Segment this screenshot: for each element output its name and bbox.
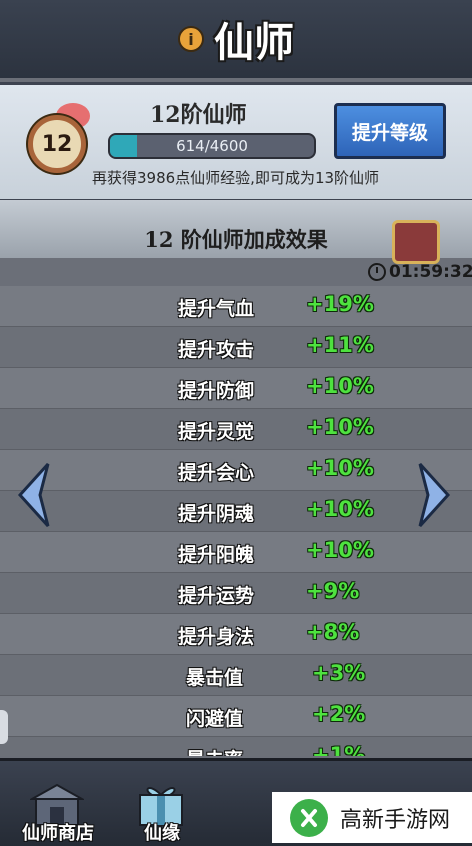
level-badge: 12 bbox=[28, 115, 86, 173]
bonus-row: 提升阳魄 +10% bbox=[0, 532, 472, 573]
previous-arrow-icon[interactable] bbox=[14, 460, 54, 530]
bonus-label: 提升阴魂 bbox=[178, 503, 255, 525]
level-panel: 12 12阶仙师 614/4600 提升等级 再获得3986点仙师经验,即可成为… bbox=[0, 82, 472, 202]
bonus-list[interactable]: 提升气血 +19% 提升攻击 +11% 提升防御 +10% 提升灵觉 +10% 提升会心 +10%… bbox=[0, 286, 472, 756]
upgrade-hint: 再获得3986点仙师经验,即可成为13阶仙师 bbox=[92, 169, 380, 187]
bonus-value: +3% bbox=[312, 661, 366, 685]
bonus-label: 提升运势 bbox=[178, 585, 255, 607]
upgrade-level-button[interactable]: 提升等级 bbox=[334, 103, 446, 159]
bonus-label: 闪避值 bbox=[186, 708, 244, 730]
bonus-value: +19% bbox=[306, 292, 374, 316]
treasure-chest-icon[interactable] bbox=[392, 220, 440, 264]
bonus-value: +10% bbox=[306, 374, 374, 398]
bonus-value: +8% bbox=[306, 620, 360, 644]
next-arrow-icon[interactable] bbox=[414, 460, 454, 530]
bonus-row: 提升灵觉 +10% bbox=[0, 409, 472, 450]
side-handle[interactable] bbox=[0, 710, 8, 744]
info-icon[interactable]: i bbox=[178, 26, 204, 52]
bonus-label: 提升身法 bbox=[178, 626, 255, 648]
bonus-value: +10% bbox=[306, 497, 374, 521]
brand-logo-icon bbox=[290, 798, 328, 837]
brand-text: 高新手游网 bbox=[340, 807, 451, 833]
bonus-row: 提升防御 +10% bbox=[0, 368, 472, 409]
tab-gift-label: 仙缘 bbox=[144, 823, 180, 844]
header: i 仙师 bbox=[0, 0, 472, 78]
bonus-label: 提升阳魄 bbox=[178, 544, 255, 566]
bonus-timer: 01:59:32 bbox=[368, 262, 472, 282]
bonus-row: 暴击率 +1% bbox=[0, 737, 472, 756]
page-title: 仙师 bbox=[214, 19, 294, 66]
brand-watermark: 高新手游网 bbox=[272, 792, 472, 843]
bonus-label: 提升气血 bbox=[178, 298, 255, 320]
tab-shop-label: 仙师商店 bbox=[22, 823, 94, 844]
bonus-row: 提升气血 +19% bbox=[0, 286, 472, 327]
bonus-label: 提升灵觉 bbox=[178, 421, 255, 443]
bonus-label: 暴击率 bbox=[186, 745, 243, 756]
bonus-row: 暴击值 +3% bbox=[0, 655, 472, 696]
bonus-value: +10% bbox=[306, 415, 374, 439]
timer-text: 01:59:32 bbox=[389, 262, 472, 282]
bonus-header: 12 阶仙师加成效果 bbox=[0, 200, 472, 264]
bonus-value: +10% bbox=[306, 538, 374, 562]
bonus-value: +2% bbox=[312, 702, 366, 726]
xp-text: 614/4600 bbox=[176, 137, 248, 155]
tab-shop[interactable]: 仙师商店 bbox=[8, 775, 108, 845]
bonus-label: 提升会心 bbox=[178, 462, 255, 484]
bonus-row: 提升阴魂 +10% bbox=[0, 491, 472, 532]
bonus-row: 提升会心 +10% bbox=[0, 450, 472, 491]
bonus-label: 提升防御 bbox=[178, 380, 255, 402]
bonus-label: 暴击值 bbox=[186, 667, 244, 689]
bonus-row: 闪避值 +2% bbox=[0, 696, 472, 737]
tab-gift[interactable]: 仙缘 bbox=[112, 775, 212, 845]
bonus-row: 提升攻击 +11% bbox=[0, 327, 472, 368]
bonus-row: 提升运势 +9% bbox=[0, 573, 472, 614]
xp-progress-bar: 614/4600 bbox=[108, 133, 316, 159]
bonus-value: +10% bbox=[306, 456, 374, 480]
bonus-value: +1% bbox=[312, 743, 366, 756]
bonus-value: +11% bbox=[306, 333, 374, 357]
bonus-label: 提升攻击 bbox=[178, 339, 255, 361]
bonus-value: +9% bbox=[306, 579, 360, 603]
level-name: 12阶仙师 bbox=[150, 102, 247, 128]
bonus-row: 提升身法 +8% bbox=[0, 614, 472, 655]
clock-icon bbox=[368, 263, 386, 281]
